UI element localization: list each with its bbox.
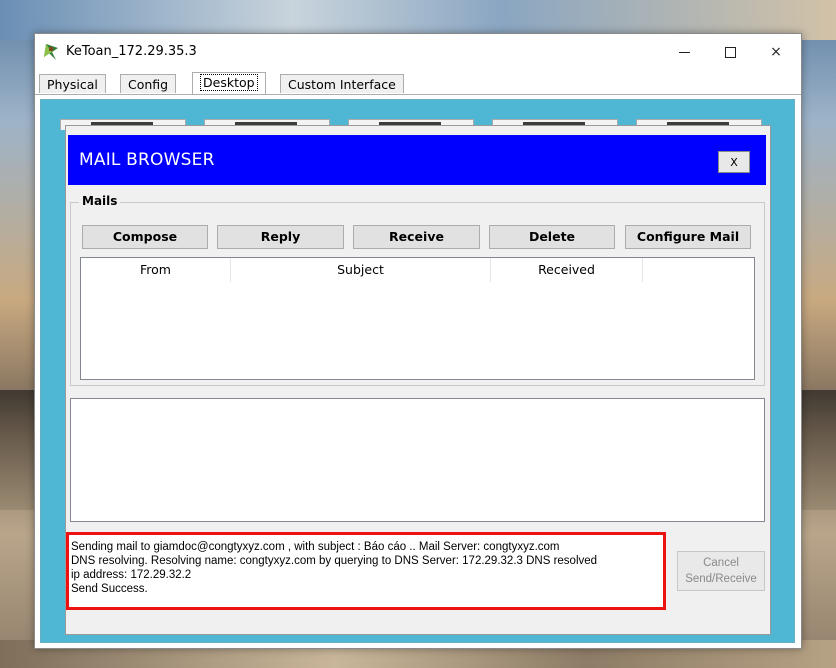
log-line: DNS resolving. Resolving name: congtyxyz… (71, 555, 598, 567)
log-line: Sending mail to giamdoc@congtyxyz.com , … (71, 541, 560, 553)
reply-button[interactable]: Reply (217, 225, 344, 249)
receive-button[interactable]: Receive (353, 225, 480, 249)
tab-bar: Physical Config Desktop Custom Interface (35, 70, 801, 95)
minimize-icon (678, 51, 690, 53)
close-icon: × (770, 44, 782, 60)
tab-physical[interactable]: Physical (39, 74, 106, 93)
message-view[interactable] (70, 398, 765, 522)
title-bar[interactable]: KeToan_172.29.35.3 × (35, 34, 801, 70)
mail-browser-panel: MAIL BROWSER X Mails Compose Reply Recei… (65, 125, 771, 635)
tab-desktop[interactable]: Desktop (192, 72, 266, 94)
tab-custom-interface[interactable]: Custom Interface (280, 74, 404, 93)
delete-button[interactable]: Delete (489, 225, 615, 249)
mail-list[interactable]: From Subject Received (80, 257, 755, 380)
compose-button[interactable]: Compose (82, 225, 208, 249)
column-header-from[interactable]: From (81, 258, 231, 282)
column-header-subject[interactable]: Subject (231, 258, 491, 282)
desktop-area: MAIL BROWSER X Mails Compose Reply Recei… (40, 99, 795, 643)
cancel-send-receive-button[interactable]: Cancel Send/Receive (677, 551, 765, 591)
tab-config[interactable]: Config (120, 74, 177, 93)
mail-browser-header: MAIL BROWSER X (68, 135, 766, 185)
configure-mail-button[interactable]: Configure Mail (625, 225, 751, 249)
status-log: Sending mail to giamdoc@congtyxyz.com , … (66, 532, 666, 610)
column-header-received[interactable]: Received (491, 258, 643, 282)
window-title: KeToan_172.29.35.3 (66, 44, 197, 59)
app-window: KeToan_172.29.35.3 × Physical Config Des… (34, 33, 802, 649)
mail-browser-title: MAIL BROWSER (79, 150, 215, 170)
mails-group-label: Mails (79, 194, 121, 208)
log-line: Send Success. (71, 583, 148, 595)
close-window-button[interactable]: × (753, 34, 799, 70)
maximize-icon (724, 46, 736, 58)
mails-group: Mails Compose Reply Receive Delete Confi… (70, 194, 765, 386)
log-line: ip address: 172.29.32.2 (71, 569, 192, 581)
packet-tracer-icon (44, 44, 58, 60)
maximize-button[interactable] (707, 34, 753, 70)
minimize-button[interactable] (661, 34, 707, 70)
mail-browser-close-button[interactable]: X (718, 151, 750, 173)
